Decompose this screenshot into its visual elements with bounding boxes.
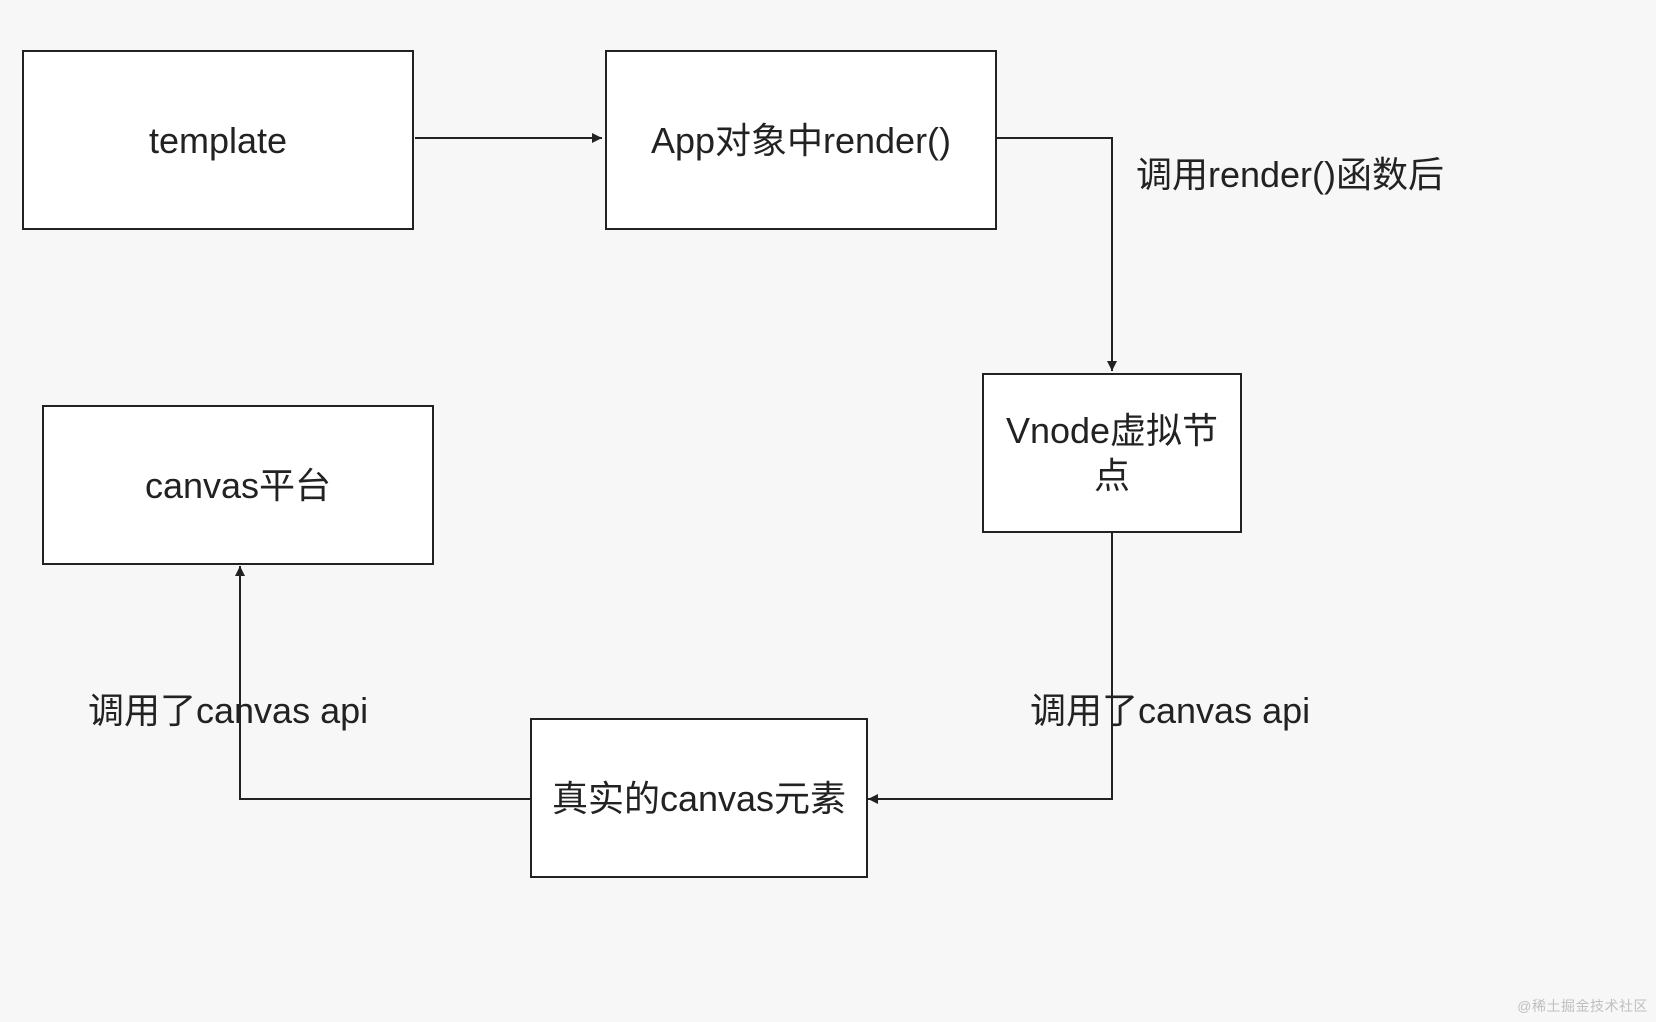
node-canvas-element: 真实的canvas元素 xyxy=(530,718,868,878)
edge-label-canvas-elem-to-plat: 调用了canvas api xyxy=(88,688,428,733)
edge-label-render-to-vnode: 调用render()函数后 xyxy=(1130,152,1450,197)
node-template: template xyxy=(22,50,414,230)
node-canvas-element-text: 真实的canvas元素 xyxy=(552,776,846,821)
node-vnode: Vnode虚拟节点 xyxy=(982,373,1242,533)
node-vnode-text: Vnode虚拟节点 xyxy=(998,408,1226,498)
edge-canvas-elem-to-plat xyxy=(240,566,530,799)
node-canvas-platform: canvas平台 xyxy=(42,405,434,565)
node-canvas-platform-text: canvas平台 xyxy=(145,463,331,508)
edge-label-vnode-to-canvas-elem: 调用了canvas api xyxy=(1030,688,1370,733)
edge-vnode-to-canvas-elem xyxy=(868,533,1112,799)
node-template-text: template xyxy=(149,118,287,163)
node-app-render-text: App对象中render() xyxy=(651,118,951,163)
node-app-render: App对象中render() xyxy=(605,50,997,230)
edge-render-to-vnode xyxy=(995,138,1112,371)
watermark: @稀土掘金技术社区 xyxy=(1517,996,1648,1016)
